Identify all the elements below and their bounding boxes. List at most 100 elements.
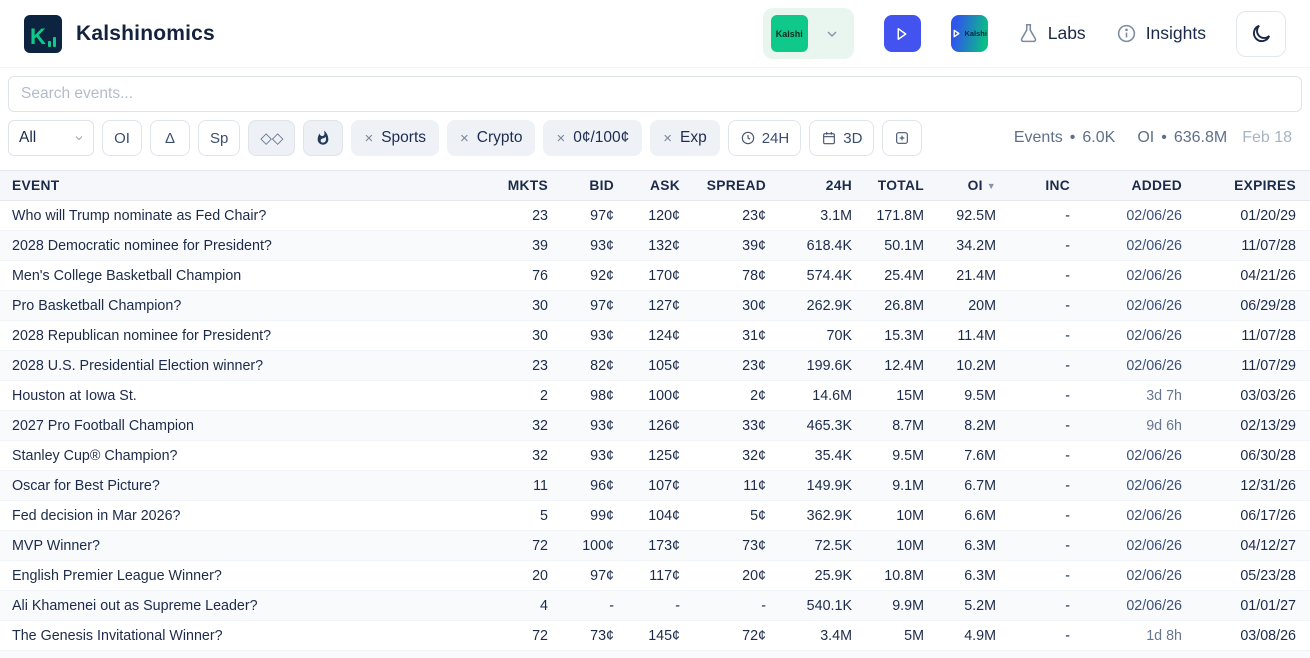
close-icon[interactable]: × <box>663 130 672 147</box>
spread-cell: 72¢ <box>696 621 782 651</box>
ask-cell: 127¢ <box>630 291 696 321</box>
platform-select[interactable]: Kalshi <box>763 8 854 59</box>
col-event[interactable]: EVENT <box>0 171 488 201</box>
mkts-cell: 72 <box>488 531 564 561</box>
table-row[interactable]: Men's College Basketball Champion 76 92¢… <box>0 261 1310 291</box>
ask-cell: 124¢ <box>630 321 696 351</box>
col-expires[interactable]: EXPIRES <box>1198 171 1310 201</box>
close-icon[interactable]: × <box>556 130 565 147</box>
flame-icon <box>315 130 331 146</box>
col-oi[interactable]: OI▼ <box>940 171 1012 201</box>
col-mkts[interactable]: MKTS <box>488 171 564 201</box>
table-row[interactable]: 2027 Pro Football Champion 32 93¢ 126¢ 3… <box>0 411 1310 441</box>
spread-cell: 73¢ <box>696 531 782 561</box>
oi-toggle-button[interactable]: OI <box>102 120 142 156</box>
add-column-button[interactable] <box>882 120 922 156</box>
table-row[interactable]: 2028 U.S. Presidential Election winner? … <box>0 351 1310 381</box>
added-cell: 02/06/26 <box>1086 561 1198 591</box>
ask-cell: 173¢ <box>630 531 696 561</box>
filter-chip[interactable]: × Exp <box>650 120 719 156</box>
nav-insights[interactable]: Insights <box>1116 23 1206 44</box>
table-row[interactable]: The Genesis Invitational Winner? 72 73¢ … <box>0 621 1310 651</box>
close-icon[interactable]: × <box>460 130 469 147</box>
spread-toggle-label: Sp <box>210 130 228 147</box>
total-volume-cell: 50.1M <box>868 231 940 261</box>
spread-cell: 5¢ <box>696 501 782 531</box>
event-name: Fed decision in Mar 2026? <box>0 501 488 531</box>
filter-chip[interactable]: × 0¢/100¢ <box>543 120 642 156</box>
mkts-cell: 23 <box>488 351 564 381</box>
event-name: 2028 Republican nominee for President? <box>0 321 488 351</box>
expires-cell: 04/21/26 <box>1198 261 1310 291</box>
delta-toggle-button[interactable]: Δ <box>150 120 190 156</box>
bid-cell: 96¢ <box>564 471 630 501</box>
col-total[interactable]: TOTAL <box>868 171 940 201</box>
bowtie-mini-icon <box>951 28 962 39</box>
expires-cell: 11/07/28 <box>1198 231 1310 261</box>
table-row[interactable]: Ali Khamenei out as Supreme Leader? 4 - … <box>0 591 1310 621</box>
volume-24h-cell: 618.4K <box>782 231 868 261</box>
gradient-badge-label: Kalshi <box>964 29 987 38</box>
table-row[interactable]: Fed decision in Mar 2026? 5 99¢ 104¢ 5¢ … <box>0 501 1310 531</box>
bid-cell: 93¢ <box>564 231 630 261</box>
logo-letter: K <box>30 27 46 47</box>
inc-cell: - <box>1012 261 1086 291</box>
table-row[interactable]: Houston at Iowa St. 2 98¢ 100¢ 2¢ 14.6M … <box>0 381 1310 411</box>
total-volume-cell: 171.8M <box>868 201 940 231</box>
category-select[interactable]: All <box>8 120 94 156</box>
events-value: 6.0K <box>1082 129 1115 147</box>
table-row[interactable]: Who will Trump nominate as Fed Chair? 23… <box>0 201 1310 231</box>
mkts-cell: 32 <box>488 441 564 471</box>
range-24h-button[interactable]: 24H <box>728 120 802 156</box>
events-table: EVENT MKTS BID ASK SPREAD 24H TOTAL OI▼ … <box>0 170 1310 651</box>
brand: K Kalshinomics <box>24 15 215 53</box>
inc-cell: - <box>1012 591 1086 621</box>
dot-separator: • <box>1070 129 1076 147</box>
spread-toggle-button[interactable]: Sp <box>198 120 240 156</box>
oi-cell: 7.6M <box>940 441 1012 471</box>
expires-cell: 06/29/28 <box>1198 291 1310 321</box>
spread-cell: 32¢ <box>696 441 782 471</box>
col-added[interactable]: ADDED <box>1086 171 1198 201</box>
diamonds-toggle-button[interactable]: ◇◇ <box>248 120 295 156</box>
table-row[interactable]: Oscar for Best Picture? 11 96¢ 107¢ 11¢ … <box>0 471 1310 501</box>
table-row[interactable]: 2028 Republican nominee for President? 3… <box>0 321 1310 351</box>
inc-cell: - <box>1012 561 1086 591</box>
table-row[interactable]: 2028 Democratic nominee for President? 3… <box>0 231 1310 261</box>
filter-chip[interactable]: × Sports <box>351 120 439 156</box>
bid-cell: 92¢ <box>564 261 630 291</box>
kalshi-gradient-app-icon[interactable]: Kalshi <box>951 15 988 52</box>
added-cell: 02/06/26 <box>1086 321 1198 351</box>
col-24h[interactable]: 24H <box>782 171 868 201</box>
added-cell: 02/06/26 <box>1086 231 1198 261</box>
table-row[interactable]: English Premier League Winner? 20 97¢ 11… <box>0 561 1310 591</box>
bid-cell: 99¢ <box>564 501 630 531</box>
zeitgeist-app-icon[interactable] <box>884 15 921 52</box>
col-inc[interactable]: INC <box>1012 171 1086 201</box>
filter-chip[interactable]: × Crypto <box>447 120 535 156</box>
logo-chart-bars-icon <box>48 37 56 47</box>
total-volume-cell: 9.1M <box>868 471 940 501</box>
dark-mode-toggle[interactable] <box>1236 11 1286 57</box>
col-bid[interactable]: BID <box>564 171 630 201</box>
flask-icon <box>1018 23 1039 44</box>
category-select-value: All <box>19 129 36 147</box>
close-icon[interactable]: × <box>364 130 373 147</box>
col-spread[interactable]: SPREAD <box>696 171 782 201</box>
spread-cell: 11¢ <box>696 471 782 501</box>
expires-cell: 01/20/29 <box>1198 201 1310 231</box>
col-ask[interactable]: ASK <box>630 171 696 201</box>
oi-cell: 10.2M <box>940 351 1012 381</box>
nav-labs[interactable]: Labs <box>1018 23 1086 44</box>
hot-toggle-button[interactable] <box>303 120 343 156</box>
table-row[interactable]: MVP Winner? 72 100¢ 173¢ 73¢ 72.5K 10M 6… <box>0 531 1310 561</box>
spread-cell: 31¢ <box>696 321 782 351</box>
oi-cell: 6.6M <box>940 501 1012 531</box>
bid-cell: 97¢ <box>564 561 630 591</box>
range-3d-button[interactable]: 3D <box>809 120 874 156</box>
table-row[interactable]: Pro Basketball Champion? 30 97¢ 127¢ 30¢… <box>0 291 1310 321</box>
search-input[interactable] <box>8 76 1302 112</box>
table-row[interactable]: Stanley Cup® Champion? 32 93¢ 125¢ 32¢ 3… <box>0 441 1310 471</box>
mkts-cell: 4 <box>488 591 564 621</box>
spread-cell: - <box>696 591 782 621</box>
